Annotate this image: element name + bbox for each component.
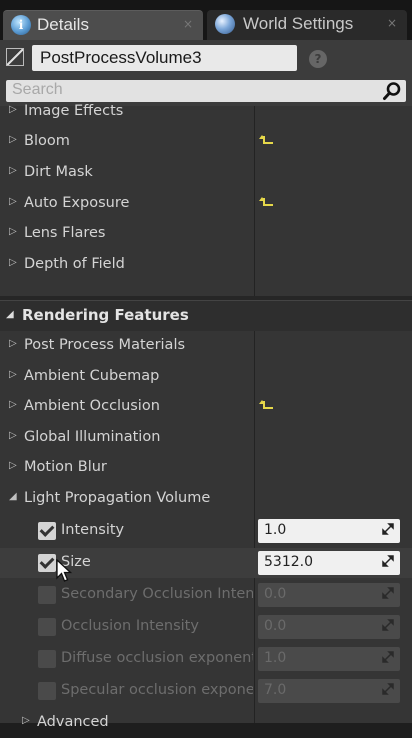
field-value: 1.0: [264, 522, 287, 538]
section-ambient-cubemap[interactable]: ▷ Ambient Cubemap: [0, 362, 412, 392]
tab-details[interactable]: i Details ×: [3, 10, 203, 40]
field-value: 7.0: [264, 682, 287, 698]
tab-bar: i Details × World Settings ×: [0, 0, 412, 40]
mouse-cursor-icon: [56, 559, 73, 582]
section-label: Dirt Mask: [24, 164, 93, 180]
section-lens-flares[interactable]: ▷ Lens Flares: [0, 219, 412, 249]
spin-arrows-icon[interactable]: [382, 523, 394, 535]
property-label: Secondary Occlusion Intensity: [61, 586, 253, 602]
tab-label: World Settings: [243, 14, 354, 33]
property-label: Specular occlusion exponent: [61, 682, 253, 698]
expand-arrow-icon: ▷: [9, 226, 17, 237]
field-value: 0.0: [264, 586, 287, 602]
section-label: Advanced: [37, 714, 109, 730]
expand-arrow-icon: ▷: [9, 196, 17, 207]
object-name-field[interactable]: PostProcessVolume3: [32, 45, 297, 71]
property-occlusion-intensity: Occlusion Intensity 0.0: [0, 612, 412, 642]
section-dirt-mask[interactable]: ▷ Dirt Mask: [0, 158, 412, 188]
property-label: Intensity: [61, 522, 125, 538]
property-specular-occlusion-exponent: Specular occlusion exponent 7.0: [0, 676, 412, 706]
tab-world-settings[interactable]: World Settings ×: [207, 10, 407, 40]
section-motion-blur[interactable]: ▷ Motion Blur: [0, 453, 412, 483]
property-intensity: Intensity 1.0: [0, 516, 412, 546]
section-label: Lens Flares: [24, 225, 106, 241]
section-image-effects[interactable]: ▷ Image Effects: [0, 97, 412, 127]
expand-arrow-icon: ▷: [9, 165, 17, 176]
intensity-value-field[interactable]: 1.0: [258, 519, 400, 543]
spin-arrows-icon[interactable]: [382, 683, 394, 695]
section-global-illumination[interactable]: ▷ Global Illumination: [0, 423, 412, 453]
property-label: Size: [61, 554, 91, 570]
section-label: Depth of Field: [24, 256, 125, 272]
diffuse-exponent-value-field[interactable]: 1.0: [258, 647, 400, 671]
occlusion-intensity-value-field[interactable]: 0.0: [258, 615, 400, 639]
category-rendering-features[interactable]: ◢ Rendering Features: [0, 300, 412, 331]
close-icon[interactable]: ×: [183, 17, 193, 31]
field-value: 1.0: [264, 650, 287, 666]
section-post-process-materials[interactable]: ▷ Post Process Materials: [0, 331, 412, 361]
section-label: Ambient Cubemap: [24, 368, 160, 384]
property-diffuse-occlusion-exponent: Diffuse occlusion exponent 1.0: [0, 644, 412, 674]
override-checkbox[interactable]: [38, 650, 56, 668]
expand-arrow-icon: ▷: [9, 104, 17, 115]
property-label: Diffuse occlusion exponent: [61, 650, 253, 666]
help-icon[interactable]: ?: [309, 50, 327, 68]
section-light-propagation-volume[interactable]: ◢ Light Propagation Volume: [0, 484, 412, 514]
collapse-arrow-icon: ◢: [6, 309, 14, 320]
section-advanced[interactable]: ▷ Advanced: [0, 708, 412, 738]
reset-to-default-icon[interactable]: [259, 197, 273, 206]
override-checkbox[interactable]: [38, 618, 56, 636]
spin-arrows-icon[interactable]: [382, 555, 394, 567]
property-secondary-occlusion-intensity: Secondary Occlusion Intensity 0.0: [0, 580, 412, 610]
volume-icon: [6, 48, 24, 66]
section-label: Post Process Materials: [24, 337, 186, 353]
override-checkbox[interactable]: [38, 554, 56, 572]
spin-arrows-icon[interactable]: [382, 587, 394, 599]
details-panel: ▷ Image Effects ▷ Bloom ▷ Dirt Mask ▷ Au…: [0, 103, 412, 730]
expand-arrow-icon: ▷: [9, 338, 17, 349]
section-label: Image Effects: [24, 103, 124, 119]
category-label: Rendering Features: [22, 306, 189, 324]
expand-arrow-icon: ▷: [9, 460, 17, 471]
collapse-arrow-icon: ◢: [9, 491, 17, 502]
field-value: 5312.0: [264, 554, 313, 570]
object-row: PostProcessVolume3 ?: [0, 40, 412, 78]
secondary-occlusion-value-field[interactable]: 0.0: [258, 583, 400, 607]
section-bloom[interactable]: ▷ Bloom: [0, 127, 412, 157]
expand-arrow-icon: ▷: [22, 715, 30, 726]
section-auto-exposure[interactable]: ▷ Auto Exposure: [0, 189, 412, 219]
override-checkbox[interactable]: [38, 682, 56, 700]
spin-arrows-icon[interactable]: [382, 651, 394, 663]
section-label: Ambient Occlusion: [24, 398, 160, 414]
override-checkbox[interactable]: [38, 586, 56, 604]
specular-exponent-value-field[interactable]: 7.0: [258, 679, 400, 703]
section-label: Global Illumination: [24, 429, 161, 445]
property-label: Occlusion Intensity: [61, 618, 199, 634]
expand-arrow-icon: ▷: [9, 399, 17, 410]
globe-icon: [215, 14, 235, 34]
expand-arrow-icon: ▷: [9, 134, 17, 145]
section-depth-of-field[interactable]: ▷ Depth of Field: [0, 250, 412, 280]
reset-to-default-icon[interactable]: [259, 135, 273, 144]
section-label: Auto Exposure: [24, 195, 130, 211]
tab-label: Details: [37, 15, 89, 34]
section-label: Light Propagation Volume: [24, 490, 211, 506]
expand-arrow-icon: ▷: [9, 257, 17, 268]
section-label: Motion Blur: [24, 459, 107, 475]
reset-to-default-icon[interactable]: [259, 400, 273, 409]
spin-arrows-icon[interactable]: [382, 619, 394, 631]
size-value-field[interactable]: 5312.0: [258, 551, 400, 575]
close-icon[interactable]: ×: [387, 16, 397, 30]
expand-arrow-icon: ▷: [9, 369, 17, 380]
section-ambient-occlusion[interactable]: ▷ Ambient Occlusion: [0, 392, 412, 422]
field-value: 0.0: [264, 618, 287, 634]
info-icon: i: [11, 15, 31, 35]
section-label: Bloom: [24, 133, 70, 149]
expand-arrow-icon: ▷: [9, 430, 17, 441]
override-checkbox[interactable]: [38, 522, 56, 540]
